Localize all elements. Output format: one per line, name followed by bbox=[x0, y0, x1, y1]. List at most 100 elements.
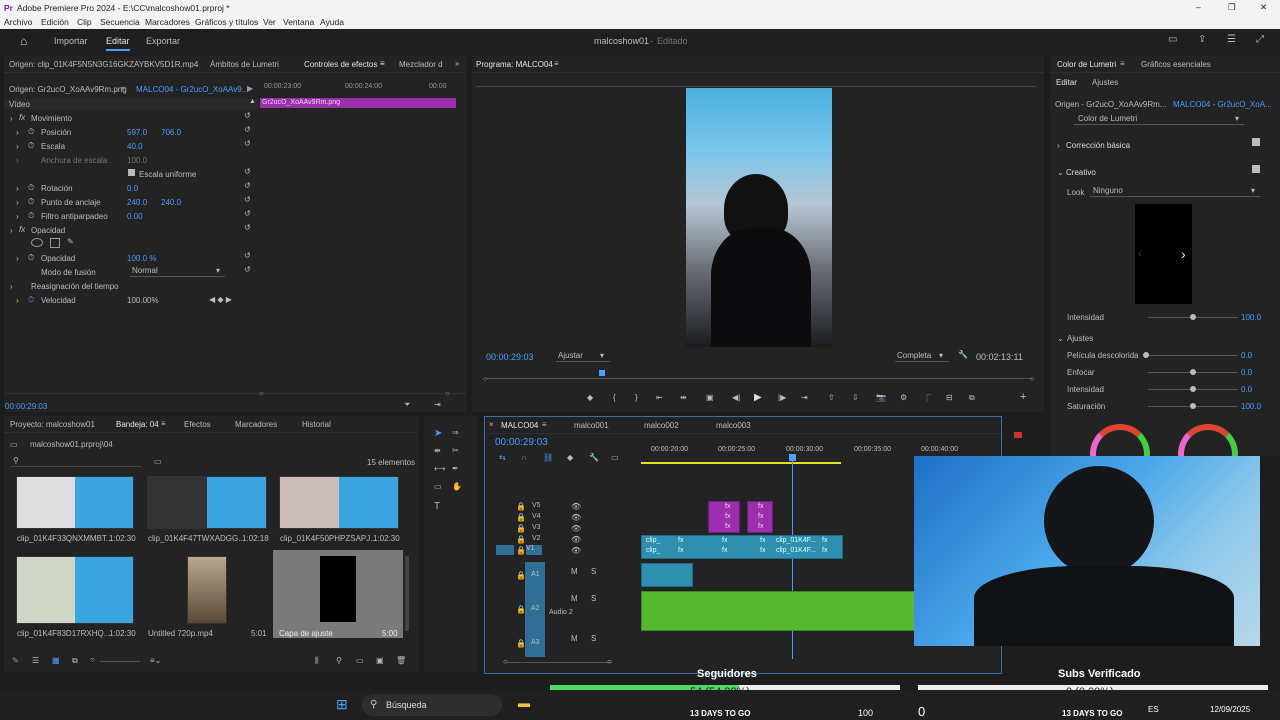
tab-controles-efectos[interactable]: Controles de efectos bbox=[304, 60, 377, 69]
step-back-icon[interactable]: ◀| bbox=[732, 393, 740, 402]
look-intensity-value[interactable]: 100.0 bbox=[1241, 313, 1261, 322]
safe-margins-icon[interactable]: ▣ bbox=[706, 393, 714, 402]
pen-tool-icon[interactable]: ✒ bbox=[452, 464, 459, 473]
project-search-input[interactable]: ⚲ bbox=[10, 456, 142, 467]
posicion-y[interactable]: 706.0 bbox=[161, 128, 181, 137]
program-title[interactable]: Programa: MALCO04 bbox=[476, 60, 553, 69]
trim-icon[interactable]: ⇹ bbox=[680, 393, 687, 402]
rectangle-tool-icon[interactable]: ▭ bbox=[434, 482, 442, 491]
faded-slider[interactable] bbox=[1143, 352, 1149, 358]
track-select-icon[interactable]: ⇒ bbox=[452, 428, 459, 437]
home-icon[interactable]: ⌂ bbox=[20, 34, 27, 48]
project-item-selected[interactable]: Capa de ajuste 5:00 bbox=[273, 550, 403, 638]
step-forward-icon[interactable]: |▶ bbox=[778, 393, 786, 402]
ripple-edit-icon[interactable]: ⇼ bbox=[434, 446, 441, 455]
saturation-value[interactable]: 100.0 bbox=[1241, 402, 1261, 411]
timeline-clip-v4[interactable]: fx fx fx bbox=[708, 501, 740, 533]
pencil-icon[interactable]: ✎ bbox=[12, 656, 19, 665]
icon-view-icon[interactable]: ▦ bbox=[52, 656, 60, 665]
type-tool-icon[interactable]: T bbox=[434, 501, 440, 512]
timeline-timecode[interactable]: 00:00:29:03 bbox=[495, 437, 548, 448]
opacidad-value[interactable]: 100.0 % bbox=[127, 254, 156, 263]
multicam-icon[interactable]: ⧉ bbox=[969, 393, 975, 403]
tab-editar[interactable]: Editar bbox=[106, 36, 130, 51]
hand-tool-icon[interactable]: ✋ bbox=[452, 482, 462, 491]
correccion-basica-section[interactable]: Corrección básica bbox=[1066, 141, 1130, 150]
new-bin-icon[interactable]: ▭ bbox=[154, 457, 162, 466]
escala-value[interactable]: 40.0 bbox=[127, 142, 143, 151]
minimize-button[interactable]: – bbox=[1196, 2, 1201, 12]
program-scrub-bar[interactable] bbox=[486, 378, 1032, 379]
rotacion-value[interactable]: 0.0 bbox=[127, 184, 138, 193]
find-icon[interactable]: ⚲ bbox=[336, 656, 342, 665]
tab-ambitos[interactable]: Ámbitos de Lumetri bbox=[210, 60, 279, 69]
list-view-icon[interactable]: ☰ bbox=[32, 656, 39, 665]
lumetri-effect-dropdown[interactable]: Color de Lumetri ▾ bbox=[1074, 113, 1244, 125]
look-dropdown[interactable]: Ninguno ▾ bbox=[1090, 185, 1260, 197]
trash-icon[interactable]: 🗑 bbox=[396, 656, 406, 665]
look-prev-icon[interactable]: ‹ bbox=[1138, 248, 1142, 260]
program-timecode[interactable]: 00:00:29:03 bbox=[486, 352, 534, 362]
pen-mask-icon[interactable]: ✎ bbox=[67, 237, 74, 246]
lift-icon[interactable]: ⇧ bbox=[828, 393, 835, 402]
slip-icon[interactable]: ⟷ bbox=[434, 464, 445, 473]
play-icon[interactable]: ▶ bbox=[247, 84, 253, 93]
reset-escala-icon[interactable]: ↺ bbox=[244, 139, 251, 148]
snap-icon[interactable]: ∩ bbox=[521, 453, 527, 462]
menu-ventana[interactable]: Ventana bbox=[283, 17, 314, 27]
quality-dropdown[interactable]: Completa ▾ bbox=[895, 349, 949, 362]
tab-graficos-esenciales[interactable]: Gráficos esenciales bbox=[1141, 60, 1211, 69]
vibrance-slider[interactable] bbox=[1190, 386, 1196, 392]
go-to-in-icon[interactable]: ⇤ bbox=[656, 393, 663, 402]
reset-movimiento-icon[interactable]: ↺ bbox=[244, 111, 251, 120]
timeline-audio-a1[interactable] bbox=[641, 563, 693, 587]
ec-sequence[interactable]: MALCO04 - Gr2ucO_XoAAv9... bbox=[136, 85, 248, 94]
file-explorer-icon[interactable]: ▬ bbox=[518, 696, 530, 710]
ec-clip-bar[interactable]: Gr2ucO_XoAAv9Rm.png bbox=[260, 98, 456, 108]
tab-color-lumetri[interactable]: Color de Lumetri bbox=[1057, 60, 1116, 69]
mark-in-icon[interactable]: { bbox=[613, 393, 616, 402]
compare-icon[interactable]: ⊟ bbox=[946, 393, 953, 402]
timeline-clip-v1[interactable]: clip_ clip_ fx fx fx fx fx fx clip_01K4F… bbox=[641, 535, 843, 559]
filter-icon[interactable]: ⏷ bbox=[404, 400, 410, 410]
ec-origin[interactable]: Origen: Gr2ucO_XoAAv9Rm.png bbox=[9, 85, 127, 94]
add-button-icon[interactable]: + bbox=[1020, 391, 1026, 403]
wrench-icon[interactable]: 🔧 bbox=[958, 350, 968, 359]
menu-clip[interactable]: Clip bbox=[77, 17, 92, 27]
mark-out-icon[interactable]: } bbox=[635, 393, 638, 402]
share-icon[interactable]: ⇪ bbox=[1198, 34, 1206, 45]
ellipse-mask-icon[interactable] bbox=[31, 238, 43, 247]
fusion-dropdown[interactable]: Normal ▾ bbox=[130, 265, 225, 277]
anclaje-x[interactable]: 240.0 bbox=[127, 198, 147, 207]
timeline-settings-icon[interactable]: 🔧 bbox=[589, 453, 599, 462]
menu-archivo[interactable]: Archivo bbox=[4, 17, 32, 27]
project-item-thumb[interactable] bbox=[147, 476, 267, 529]
project-item-thumb[interactable] bbox=[16, 556, 134, 624]
razor-icon[interactable]: ✂ bbox=[452, 446, 459, 455]
tab-bandeja[interactable]: Bandeja: 04 bbox=[116, 420, 159, 429]
basic-enable-checkbox[interactable] bbox=[1252, 138, 1260, 146]
project-scrollbar[interactable] bbox=[405, 556, 409, 631]
vr-icon[interactable]: ⚙ bbox=[900, 393, 907, 402]
export-frame-icon[interactable]: ⇥ bbox=[434, 400, 441, 409]
tab-malco003[interactable]: malco003 bbox=[716, 421, 751, 430]
project-item-thumb[interactable] bbox=[279, 476, 399, 529]
look-intensity-slider[interactable] bbox=[1190, 314, 1196, 320]
zoom-slider-icon[interactable]: ○ bbox=[90, 655, 95, 664]
more-tabs-icon[interactable]: » bbox=[455, 59, 459, 68]
lumetri-origin[interactable]: Origen - Gr2ucO_XoAAv9Rm... bbox=[1055, 100, 1166, 109]
tab-marcadores[interactable]: Marcadores bbox=[235, 420, 277, 429]
tab-mezclador[interactable]: Mezclador d bbox=[399, 60, 443, 69]
new-item-icon[interactable]: ▣ bbox=[376, 656, 384, 665]
timeline-audio-a2[interactable] bbox=[641, 591, 917, 631]
project-item-thumb[interactable] bbox=[16, 476, 134, 529]
menu-ver[interactable]: Ver bbox=[263, 17, 276, 27]
workspaces-icon[interactable]: ▭ bbox=[1168, 34, 1177, 45]
menu-secuencia[interactable]: Secuencia bbox=[100, 17, 140, 27]
creativo-section[interactable]: Creativo bbox=[1066, 168, 1096, 177]
tab-proyecto[interactable]: Proyecto: malcoshow01 bbox=[10, 420, 95, 429]
tab-importar[interactable]: Importar bbox=[54, 36, 88, 46]
lumetri-sequence[interactable]: MALCO04 - Gr2ucO_XoA... bbox=[1173, 100, 1272, 109]
tab-malco002[interactable]: malco002 bbox=[644, 421, 679, 430]
rect-mask-icon[interactable] bbox=[50, 238, 60, 248]
